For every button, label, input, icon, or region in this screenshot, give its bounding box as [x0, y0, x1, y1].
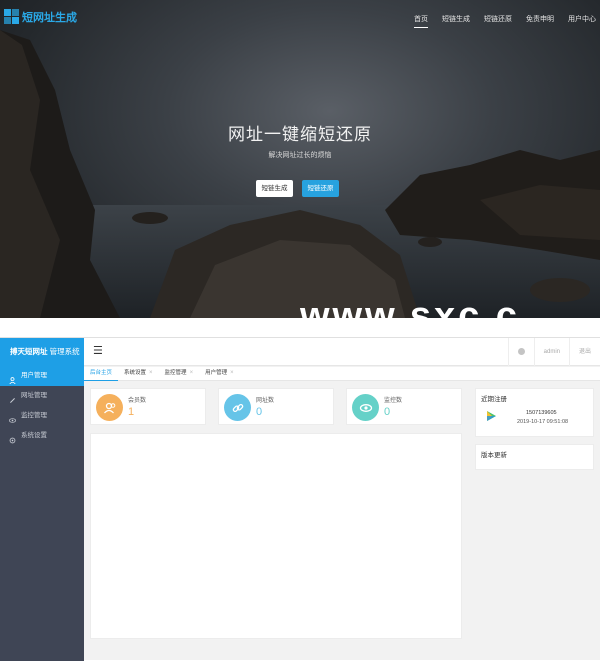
restore-short-link-button[interactable]: 短链还原: [302, 180, 339, 197]
close-icon[interactable]: ×: [230, 367, 234, 380]
stat-card-members: 会员数 1: [90, 388, 206, 425]
sidebar-item-label: 监控管理: [21, 412, 47, 419]
sidebar-item-monitor[interactable]: 监控管理: [0, 406, 84, 426]
version-updates-title: 版本更新: [481, 452, 507, 459]
sidebar-item-label: 网址管理: [21, 392, 47, 399]
registered-time: 2019-10-17 09:51:08: [517, 419, 569, 425]
page-tabs: 后台主页 系统设置 × 监控管理 × 用户管理 ×: [84, 367, 600, 381]
stat-value: 0: [256, 406, 263, 418]
stat-value: 1: [128, 406, 135, 418]
link-icon: [224, 394, 251, 421]
sidebar-item-label: 用户管理: [21, 372, 47, 379]
landing-hero: 短网址生成 首页 短链生成 短链还原 免责申明 用户中心 网址一键缩短还原 解决…: [0, 0, 600, 318]
hero-subtitle: 解决网址过长的烦恼: [268, 152, 332, 159]
close-icon[interactable]: ×: [190, 367, 194, 380]
main-panel: [90, 433, 462, 639]
hero-title: 网址一键缩短还原: [228, 125, 372, 144]
generate-short-link-button[interactable]: 短链生成: [256, 180, 293, 197]
link-icon: [9, 393, 16, 403]
users-icon: [96, 394, 123, 421]
site-logo[interactable]: 短网址生成: [4, 9, 77, 25]
stat-card-monitors: 监控数 0: [346, 388, 462, 425]
tab-monitor[interactable]: 监控管理 ×: [159, 367, 200, 380]
list-item: 1507139605 2019-10-17 09:51:08: [484, 409, 584, 431]
tab-label: 用户管理: [205, 370, 228, 376]
sidebar-item-label: 系统设置: [21, 432, 47, 439]
tab-label: 后台主页: [90, 370, 113, 376]
menu-toggle-icon[interactable]: ☰: [93, 344, 103, 357]
stat-label: 会员数: [128, 398, 147, 404]
logo-icon: [4, 9, 20, 25]
watermark-text: www.sxc.c: [300, 296, 520, 322]
eye-icon: [9, 413, 16, 423]
tab-label: 监控管理: [164, 370, 187, 376]
tab-users[interactable]: 用户管理 ×: [199, 367, 240, 380]
eye-icon: [352, 394, 379, 421]
admin-user[interactable]: admin: [533, 338, 569, 366]
close-icon[interactable]: ×: [149, 367, 153, 380]
logo-text: 短网址生成: [22, 12, 77, 24]
brand-name: 搏天短网址: [10, 347, 48, 356]
sidebar-item-urls[interactable]: 网址管理: [0, 386, 84, 406]
brand-suffix: 管理系统: [49, 347, 80, 356]
stat-card-urls: 网址数 0: [218, 388, 334, 425]
stat-value: 0: [384, 406, 391, 418]
theme-icon: [517, 348, 525, 355]
sidebar: 搏天短网址 管理系统 用户管理 网址管理 监控管理 系统设置: [0, 338, 84, 661]
user-icon: [9, 373, 16, 384]
tab-system-settings[interactable]: 系统设置 ×: [118, 367, 159, 380]
gear-icon: [9, 433, 16, 443]
tab-home[interactable]: 后台主页: [84, 367, 119, 381]
nav-restore[interactable]: 短链还原: [484, 14, 512, 24]
admin-topbar: ☰ admin 退出: [84, 338, 600, 366]
nav-user-center[interactable]: 用户中心: [568, 14, 596, 24]
admin-brand: 搏天短网址 管理系统: [0, 338, 84, 366]
nav-home[interactable]: 首页: [414, 14, 428, 28]
sidebar-item-users[interactable]: 用户管理: [0, 366, 84, 386]
nav-disclaimer[interactable]: 免责申明: [526, 14, 554, 24]
tab-label: 系统设置: [124, 370, 147, 376]
recent-registrations-card: 近期注册 1507139605 2019-10-17 09:51:08: [475, 388, 594, 437]
recent-registrations-title: 近期注册: [481, 396, 507, 403]
site-navbar: 短网址生成 首页 短链生成 短链还原 免责申明 用户中心: [0, 0, 600, 36]
sidebar-item-settings[interactable]: 系统设置: [0, 426, 84, 446]
stat-label: 监控数: [384, 398, 403, 404]
theme-button[interactable]: [507, 338, 534, 366]
admin-dashboard: 搏天短网址 管理系统 用户管理 网址管理 监控管理 系统设置 ☰ admin 退…: [0, 337, 600, 661]
stat-label: 网址数: [256, 398, 275, 404]
logout-button[interactable]: 退出: [568, 338, 600, 366]
nav-shorten[interactable]: 短链生成: [442, 14, 470, 24]
avatar: [487, 411, 496, 421]
registered-phone: 1507139605: [526, 410, 557, 416]
version-updates-card: 版本更新: [475, 444, 594, 470]
